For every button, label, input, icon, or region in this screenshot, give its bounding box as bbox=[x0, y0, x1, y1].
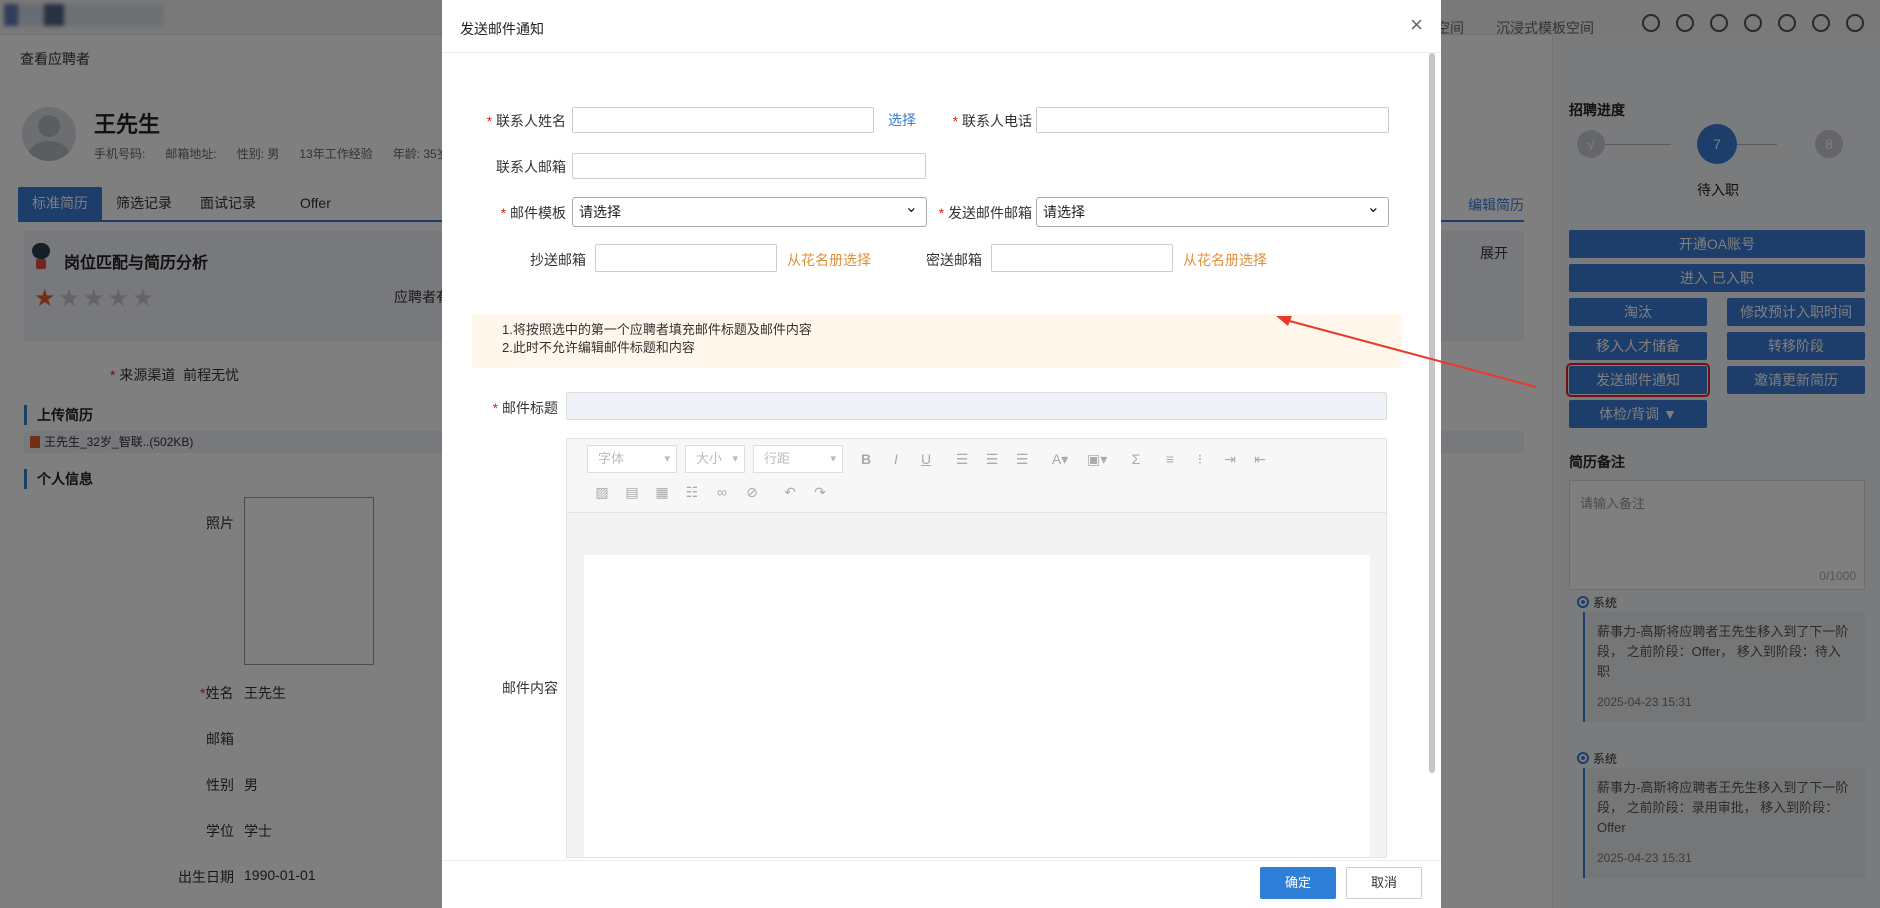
bullet-list-icon[interactable]: ⁝ bbox=[1191, 450, 1209, 468]
contact-email-input[interactable] bbox=[572, 153, 926, 179]
cancel-button[interactable]: 取消 bbox=[1346, 867, 1422, 899]
font-size-select[interactable]: 大小 bbox=[685, 445, 745, 473]
scrollbar[interactable] bbox=[1429, 53, 1435, 773]
select-contact-link[interactable]: 选择 bbox=[888, 110, 916, 130]
dialog-footer: 确定 取消 bbox=[442, 860, 1441, 908]
contact-phone-label: * 联系人电话 bbox=[952, 113, 1032, 129]
align-left-icon[interactable]: ☰ bbox=[953, 450, 971, 468]
italic-icon[interactable]: I bbox=[887, 450, 905, 468]
contact-name-label: * 联系人姓名 bbox=[486, 113, 566, 129]
rich-text-editor: 字体 大小 行距 B I U ☰ ☰ ☰ A▾ ▣▾ Σ ≡ ⁝ ⇥ ⇤ ▨ ▤… bbox=[566, 438, 1387, 858]
cc-label: 抄送邮箱 bbox=[530, 252, 586, 268]
sender-label: * 发送邮件邮箱 bbox=[938, 205, 1032, 221]
divider-icon[interactable]: ☷ bbox=[683, 483, 701, 501]
outdent-icon[interactable]: ⇤ bbox=[1251, 450, 1269, 468]
unlink-icon[interactable]: ⊘ bbox=[743, 483, 761, 501]
template-select[interactable]: 请选择 bbox=[572, 194, 927, 227]
undo-icon[interactable]: ↶ bbox=[781, 483, 799, 501]
highlight-icon[interactable]: ▣▾ bbox=[1087, 450, 1107, 468]
close-icon[interactable]: × bbox=[1410, 14, 1423, 36]
indent-icon[interactable]: ⇥ bbox=[1221, 450, 1239, 468]
subject-input bbox=[566, 392, 1387, 420]
dialog-title: 发送邮件通知 bbox=[460, 21, 544, 37]
notice-box: 1.将按照选中的第一个应聘者填充邮件标题及邮件内容 2.此时不允许编辑邮件标题和… bbox=[472, 314, 1402, 368]
bold-icon[interactable]: B bbox=[857, 450, 875, 468]
table-icon[interactable]: ▦ bbox=[653, 483, 671, 501]
contact-phone-input[interactable] bbox=[1036, 107, 1389, 133]
cc-roster-link[interactable]: 从花名册选择 bbox=[787, 250, 871, 270]
font-color-icon[interactable]: A▾ bbox=[1051, 450, 1069, 468]
link-icon[interactable]: ∞ bbox=[713, 483, 731, 501]
sender-email-select[interactable]: 请选择 bbox=[1036, 194, 1389, 227]
notice-line: 2.此时不允许编辑邮件标题和内容 bbox=[502, 340, 695, 355]
font-family-select[interactable]: 字体 bbox=[587, 445, 677, 473]
image-icon[interactable]: ▨ bbox=[593, 483, 611, 501]
contact-email-label: 联系人邮箱 bbox=[496, 159, 566, 175]
contact-name-input[interactable] bbox=[572, 107, 874, 133]
send-email-dialog: 发送邮件通知 × * 联系人姓名 选择 * 联系人电话 联系人邮箱 * 邮件模板… bbox=[442, 0, 1441, 908]
bcc-label: 密送邮箱 bbox=[926, 252, 982, 268]
file-icon[interactable]: ▤ bbox=[623, 483, 641, 501]
dialog-header: 发送邮件通知 × bbox=[442, 0, 1441, 53]
bcc-input[interactable] bbox=[991, 244, 1173, 272]
ordered-list-icon[interactable]: ≡ bbox=[1161, 450, 1179, 468]
cc-input[interactable] bbox=[595, 244, 777, 272]
align-right-icon[interactable]: ☰ bbox=[1013, 450, 1031, 468]
content-label: 邮件内容 bbox=[502, 680, 558, 696]
align-center-icon[interactable]: ☰ bbox=[983, 450, 1001, 468]
redo-icon[interactable]: ↷ bbox=[811, 483, 829, 501]
editor-toolbar: 字体 大小 行距 B I U ☰ ☰ ☰ A▾ ▣▾ Σ ≡ ⁝ ⇥ ⇤ ▨ ▤… bbox=[567, 439, 1386, 513]
notice-line: 1.将按照选中的第一个应聘者填充邮件标题及邮件内容 bbox=[502, 322, 812, 337]
line-height-select[interactable]: 行距 bbox=[753, 445, 843, 473]
template-label: * 邮件模板 bbox=[500, 205, 566, 221]
formula-icon[interactable]: Σ bbox=[1127, 450, 1145, 468]
underline-icon[interactable]: U bbox=[917, 450, 935, 468]
confirm-button[interactable]: 确定 bbox=[1260, 867, 1336, 899]
bcc-roster-link[interactable]: 从花名册选择 bbox=[1183, 250, 1267, 270]
subject-label: * 邮件标题 bbox=[492, 400, 558, 416]
email-content-area[interactable] bbox=[584, 555, 1370, 857]
